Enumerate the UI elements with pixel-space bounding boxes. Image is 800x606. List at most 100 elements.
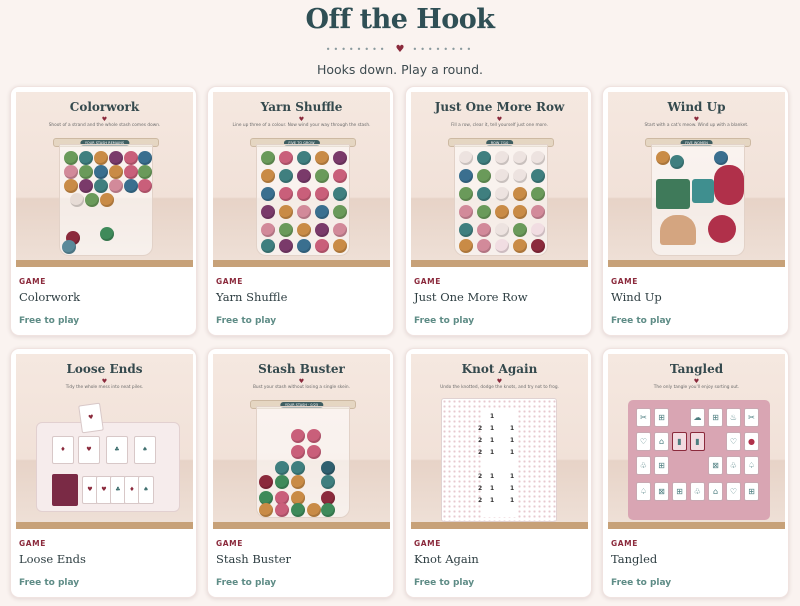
heart-icon: ♥ xyxy=(693,116,700,123)
game-type-label: GAME xyxy=(216,277,243,286)
game-card-stash-buster[interactable]: Stash Buster ♥ Bust your stash without l… xyxy=(207,348,394,598)
game-card-wind-up[interactable]: Wind Up ♥ Start with a cat's meow. Wind … xyxy=(602,86,789,336)
heart-icon: ♥ xyxy=(298,378,305,385)
yarn-ball-icon xyxy=(708,215,736,243)
game-type-label: GAME xyxy=(611,539,638,548)
thumbnail-description: Undo the knotted, dodge the knots, and t… xyxy=(440,385,559,390)
price-label: Free to play xyxy=(216,578,277,588)
game-card-just-one-more-row[interactable]: Just One More Row ♥ Fill a row, clear it… xyxy=(405,86,592,336)
tile-icon: ▮ xyxy=(672,432,687,451)
game-name[interactable]: Wind Up xyxy=(611,290,662,304)
yarn-ball-icon: ● xyxy=(744,432,759,451)
game-name[interactable]: Loose Ends xyxy=(19,552,86,566)
knot-board: 1 211 211 211 211 211 211 xyxy=(441,398,557,522)
heart-icon: ♥ xyxy=(693,378,700,385)
heart-icon: ♥ xyxy=(298,116,305,123)
tile-icon: ♤ xyxy=(744,456,759,475)
tile-icon: ♨ xyxy=(726,408,741,427)
game-name[interactable]: Colorwork xyxy=(19,290,80,304)
thumbnail-description: Line up three of a colour. Now wind your… xyxy=(232,123,371,128)
tile-icon: ♡ xyxy=(636,432,651,451)
thumbnail-title: Knot Again xyxy=(461,362,538,376)
tile-icon: ⌂ xyxy=(654,432,669,451)
tile-icon: ♤ xyxy=(636,482,651,501)
game-card-colorwork[interactable]: Colorwork ♥ Shoot of a strand and the wh… xyxy=(10,86,197,336)
thumbnail-description: Tidy the whole mess into neat piles. xyxy=(65,385,144,390)
price-label: Free to play xyxy=(414,578,475,588)
card-icon: ♠ xyxy=(134,436,156,464)
game-type-label: GAME xyxy=(19,539,46,548)
price-label: Free to play xyxy=(19,578,80,588)
game-type-label: GAME xyxy=(414,539,441,548)
yarn-jar xyxy=(651,144,745,256)
game-type-label: GAME xyxy=(414,277,441,286)
tile-icon: ⊠ xyxy=(654,482,669,501)
game-card-knot-again[interactable]: Knot Again ♥ Undo the knotted, dodge the… xyxy=(405,348,592,598)
yarn-jar xyxy=(256,406,350,518)
tile-icon: ♡ xyxy=(726,432,741,451)
game-type-label: GAME xyxy=(19,277,46,286)
yarn-jar xyxy=(256,144,350,256)
game-name[interactable]: Just One More Row xyxy=(414,290,528,304)
price-label: Free to play xyxy=(216,316,277,326)
deck-icon xyxy=(52,474,78,506)
site-title: Off the Hook xyxy=(305,4,495,35)
tile-icon: ♧ xyxy=(636,456,651,475)
heart-icon: ♥ xyxy=(101,378,108,385)
game-name[interactable]: Tangled xyxy=(611,552,657,566)
yarn-ball-icon xyxy=(714,165,744,205)
game-name[interactable]: Yarn Shuffle xyxy=(216,290,287,304)
card-icon: ♦ xyxy=(52,436,74,464)
thumbnail-title: Yarn Shuffle xyxy=(260,100,343,114)
tile-icon: ⌂ xyxy=(708,482,723,501)
thumbnail-title: Loose Ends xyxy=(66,362,143,376)
thumbnail-title: Tangled xyxy=(669,362,724,376)
price-label: Free to play xyxy=(19,316,80,326)
thumbnail-description: Shoot of a strand and the whole stash co… xyxy=(48,123,161,128)
game-thumbnail: Colorwork ♥ Shoot of a strand and the wh… xyxy=(16,92,193,267)
card-icon: ♥ xyxy=(78,436,100,464)
thumbnail-title: Colorwork xyxy=(69,100,140,114)
game-thumbnail: Stash Buster ♥ Bust your stash without l… xyxy=(213,354,390,529)
scissors-icon: ✂ xyxy=(636,408,651,427)
tile-board: ✂ ⊞ ☁ ⊞ ♨ ✂ ♡ ⌂ ▮ ▮ ♡ ● ♧ ⊞ ⊠ ♧ ♤ ♤ ⊠ ⊞ xyxy=(628,400,770,520)
game-type-label: GAME xyxy=(611,277,638,286)
heart-icon: ♥ xyxy=(101,116,108,123)
sweater-icon xyxy=(656,179,690,209)
card-icon: ♣ xyxy=(106,436,128,464)
tile-icon: ⊞ xyxy=(654,456,669,475)
thumbnail-description: The only tangle you'll enjoy sorting out… xyxy=(653,385,740,390)
thumbnail-title: Wind Up xyxy=(667,100,726,114)
game-name[interactable]: Stash Buster xyxy=(216,552,291,566)
game-thumbnail: Tangled ♥ The only tangle you'll enjoy s… xyxy=(608,354,785,529)
heart-icon: ♥ xyxy=(496,116,503,123)
game-card-tangled[interactable]: Tangled ♥ The only tangle you'll enjoy s… xyxy=(602,348,789,598)
tagline: Hooks down. Play a round. xyxy=(316,62,484,77)
tile-icon: ⊞ xyxy=(708,408,723,427)
tile-icon: ▮ xyxy=(690,432,705,451)
game-thumbnail: Wind Up ♥ Start with a cat's meow. Wind … xyxy=(608,92,785,267)
scarf-icon xyxy=(692,179,714,203)
title-divider: •••••••• ♥ •••••••• xyxy=(325,44,475,55)
tile-icon: ✂ xyxy=(744,408,759,427)
tile-icon: ⊞ xyxy=(744,482,759,501)
card-icon: ♠ xyxy=(138,476,154,504)
game-card-loose-ends[interactable]: Loose Ends ♥ Tidy the whole mess into ne… xyxy=(10,348,197,598)
thumbnail-description: Start with a cat's meow. Wind up with a … xyxy=(644,123,749,128)
price-label: Free to play xyxy=(611,578,672,588)
hat-icon xyxy=(660,215,696,245)
heart-icon: ♥ xyxy=(496,378,503,385)
tile-icon: ⊞ xyxy=(654,408,669,427)
game-name[interactable]: Knot Again xyxy=(414,552,479,566)
tile-icon: ☁ xyxy=(690,408,705,427)
game-type-label: GAME xyxy=(216,539,243,548)
yarn-jar xyxy=(454,144,548,256)
thumbnail-title: Stash Buster xyxy=(258,362,345,376)
game-card-yarn-shuffle[interactable]: Yarn Shuffle ♥ Line up three of a colour… xyxy=(207,86,394,336)
tile-icon: ♧ xyxy=(726,456,741,475)
thumbnail-description: Fill a row, clear it, tell yourself just… xyxy=(451,123,548,128)
card-icon: ♥ xyxy=(78,402,104,434)
tile-icon: ⊠ xyxy=(708,456,723,475)
tile-icon: ♡ xyxy=(726,482,741,501)
thumbnail-description: Bust your stash without losing a single … xyxy=(252,385,351,390)
